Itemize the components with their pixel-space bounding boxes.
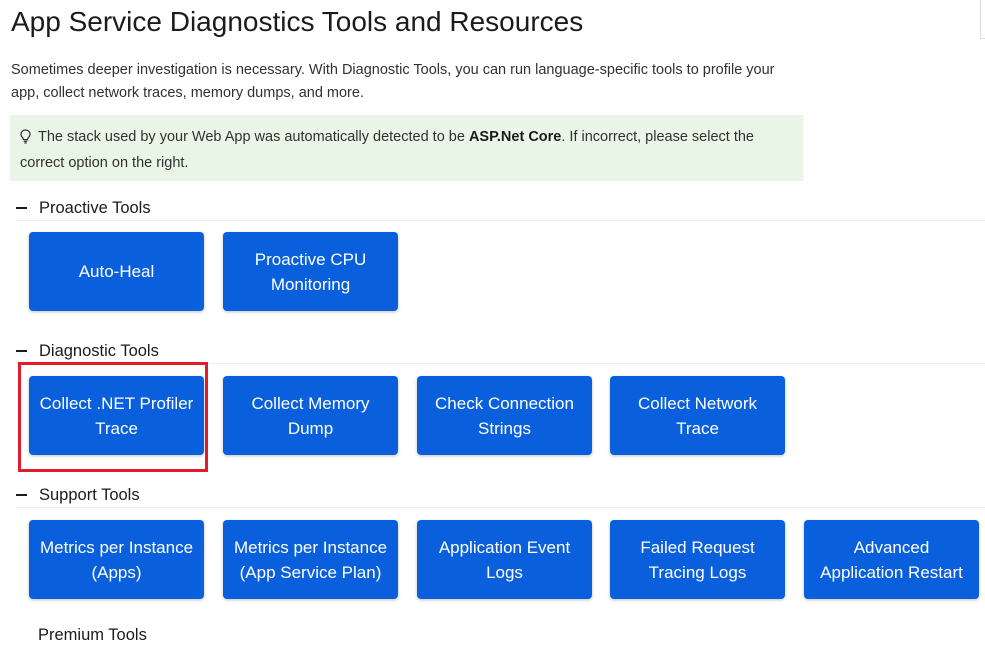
section-header-support[interactable]: Support Tools	[16, 483, 985, 508]
tool-application-event-logs[interactable]: Application Event Logs	[417, 520, 592, 599]
tool-collect-memory-dump[interactable]: Collect Memory Dump	[223, 376, 398, 455]
tool-advanced-application-restart[interactable]: Advanced Application Restart	[804, 520, 979, 599]
scrollbar-edge[interactable]	[980, 0, 985, 39]
tool-proactive-cpu-monitoring[interactable]: Proactive CPU Monitoring	[223, 232, 398, 311]
section-label-support: Support Tools	[39, 485, 140, 504]
section-header-proactive[interactable]: Proactive Tools	[16, 196, 985, 221]
page-title: App Service Diagnostics Tools and Resour…	[11, 6, 584, 37]
section-label-proactive: Proactive Tools	[39, 198, 151, 217]
collapse-icon[interactable]	[16, 207, 27, 209]
notice-text-before: The stack used by your Web App was autom…	[38, 129, 469, 145]
tool-collect-network-trace[interactable]: Collect Network Trace	[610, 376, 785, 455]
tool-metrics-per-instance-plan[interactable]: Metrics per Instance (App Service Plan)	[223, 520, 398, 599]
stack-notice: The stack used by your Web App was autom…	[10, 115, 803, 181]
collapse-icon[interactable]	[16, 350, 27, 352]
section-header-diagnostic[interactable]: Diagnostic Tools	[16, 339, 985, 364]
tool-check-connection-strings[interactable]: Check Connection Strings	[417, 376, 592, 455]
collapse-icon[interactable]	[16, 494, 27, 496]
tool-auto-heal[interactable]: Auto-Heal	[29, 232, 204, 311]
section-label-premium[interactable]: Premium Tools	[38, 626, 147, 645]
tool-failed-request-tracing-logs[interactable]: Failed Request Tracing Logs	[610, 520, 785, 599]
highlight-box	[18, 362, 208, 472]
page-description: Sometimes deeper investigation is necess…	[11, 62, 775, 101]
detected-stack: ASP.Net Core	[468, 129, 562, 145]
section-label-diagnostic: Diagnostic Tools	[39, 341, 159, 360]
tool-metrics-per-instance-apps[interactable]: Metrics per Instance (Apps)	[29, 520, 204, 599]
lightbulb-icon	[20, 129, 38, 152]
